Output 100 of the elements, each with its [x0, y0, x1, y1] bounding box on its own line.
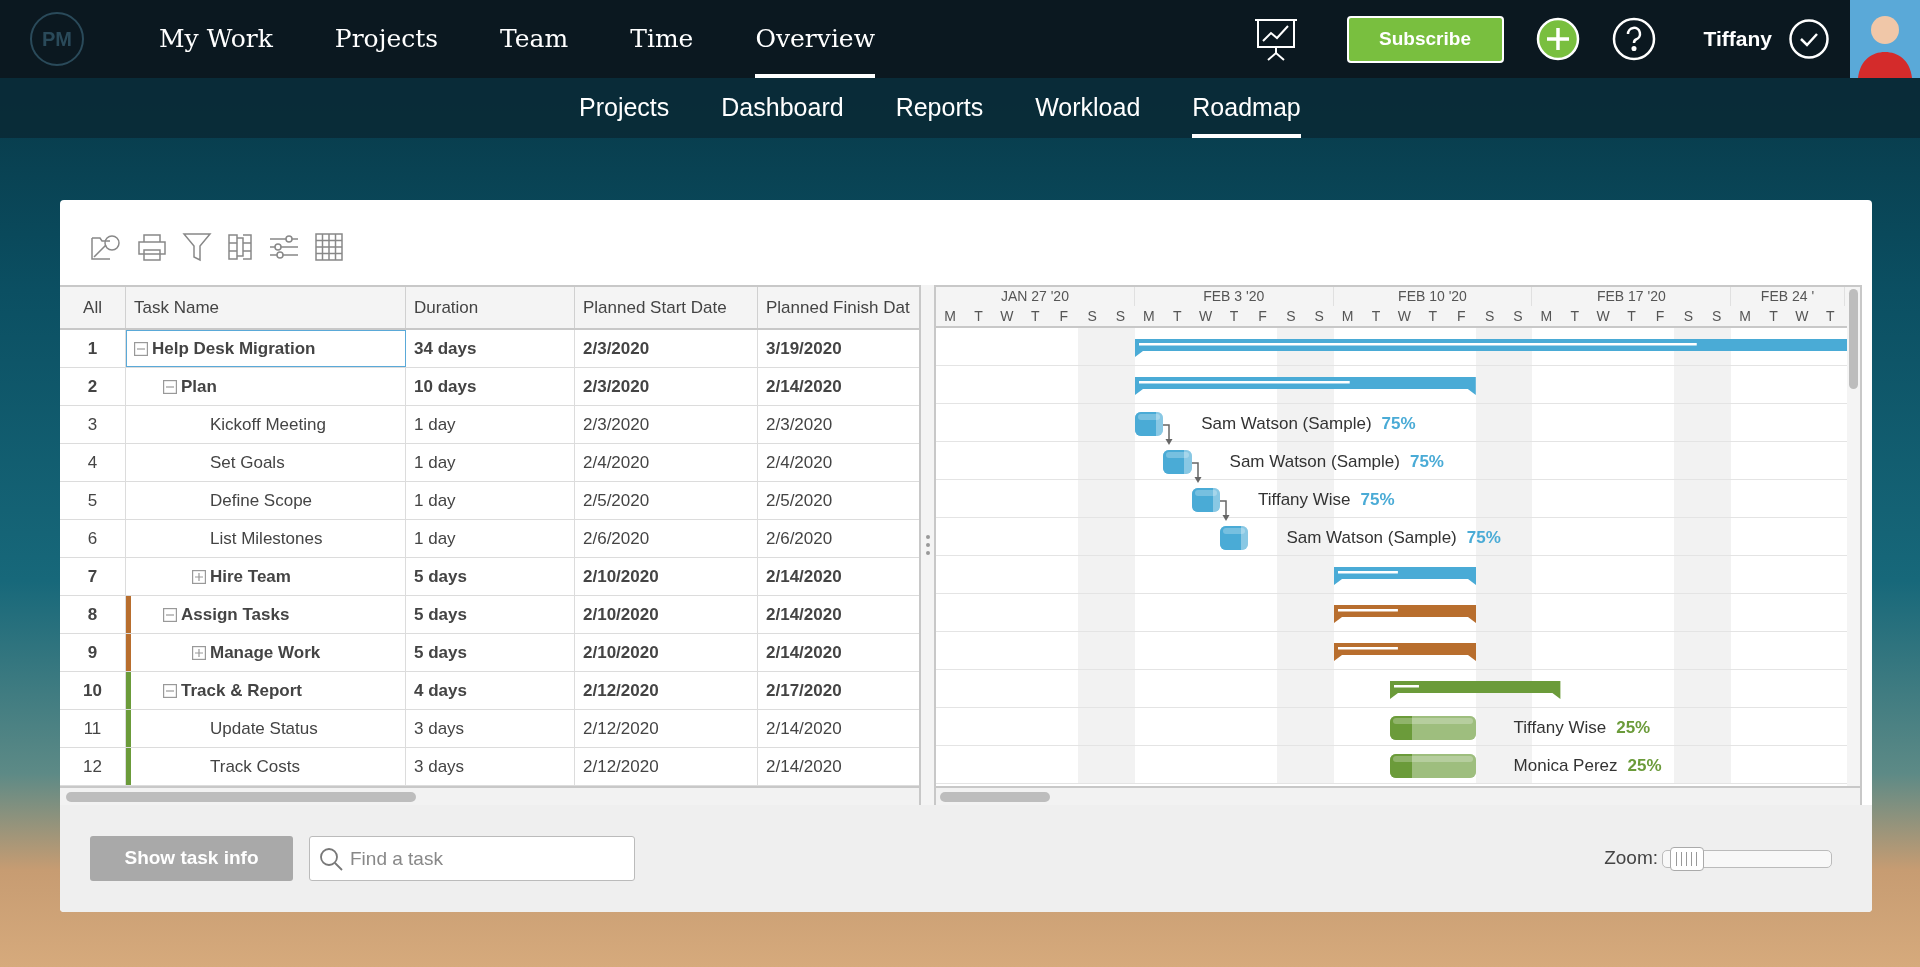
collapse-icon[interactable]: [163, 683, 177, 698]
name-cell[interactable]: Update Status: [126, 710, 406, 747]
table-row[interactable]: 3 Kickoff Meeting 1 day 2/3/2020 2/3/2020: [60, 406, 919, 444]
name-cell[interactable]: List Milestones: [126, 520, 406, 557]
day-label: T: [1569, 306, 1581, 326]
name-cell[interactable]: Manage Work: [126, 634, 406, 671]
filter-icon[interactable]: [182, 231, 212, 262]
sub-nav-tab[interactable]: Dashboard: [721, 78, 844, 138]
task-bar[interactable]: [1191, 488, 1220, 512]
table-row[interactable]: 11 Update Status 3 days 2/12/2020 2/14/2020: [60, 710, 919, 748]
collapse-icon[interactable]: [163, 607, 177, 622]
day-label: T: [1370, 306, 1382, 326]
collapse-icon[interactable]: [134, 341, 148, 356]
task-name[interactable]: Track Costs: [210, 753, 301, 780]
zoom-slider[interactable]: [1662, 849, 1832, 868]
resource-name: Sam Watson (Sample): [1201, 413, 1372, 436]
start-date: 2/3/2020: [575, 330, 758, 367]
horizontal-scrollbar[interactable]: [940, 791, 1050, 802]
add-icon[interactable]: [1535, 17, 1580, 61]
week-label: FEB 17 '20: [1532, 287, 1732, 306]
day-label: W: [1396, 306, 1413, 326]
columns-icon[interactable]: [226, 231, 254, 262]
nav-tab[interactable]: My Work: [159, 0, 273, 78]
task-name[interactable]: Update Status: [210, 715, 318, 742]
task-bar[interactable]: [1163, 450, 1192, 474]
name-cell[interactable]: Help Desk Migration: [126, 330, 406, 367]
summary-bar[interactable]: [1333, 643, 1476, 661]
presentation-chart-icon[interactable]: [1252, 17, 1299, 61]
task-name[interactable]: Manage Work: [210, 639, 321, 666]
name-cell[interactable]: Track Costs: [126, 748, 406, 785]
task-name[interactable]: Track & Report: [181, 677, 302, 704]
drag-handle-icon[interactable]: [925, 534, 930, 556]
check-circle-icon[interactable]: [1788, 18, 1830, 60]
table-row[interactable]: 6 List Milestones 1 day 2/6/2020 2/6/2020: [60, 520, 919, 558]
table-row[interactable]: 1 Help Desk Migration 34 days 2/3/2020 3/19/2020: [60, 330, 919, 368]
sub-nav-tab[interactable]: Workload: [1035, 78, 1141, 138]
horizontal-scrollbar[interactable]: [66, 791, 416, 802]
day-label: F: [1654, 306, 1666, 326]
day-label: T: [1172, 306, 1183, 326]
day-label: T: [1768, 306, 1779, 326]
name-cell[interactable]: Kickoff Meeting: [126, 406, 406, 443]
table-row[interactable]: 10 Track & Report 4 days 2/12/2020 2/17/2020: [60, 672, 919, 710]
table-row[interactable]: 5 Define Scope 1 day 2/5/2020 2/5/2020: [60, 482, 919, 520]
day-label: W: [1794, 306, 1810, 326]
task-name[interactable]: Kickoff Meeting: [210, 411, 326, 438]
name-cell[interactable]: Set Goals: [126, 444, 406, 481]
table-row[interactable]: 2 Plan 10 days 2/3/2020 2/14/2020: [60, 368, 919, 406]
sub-nav-tab[interactable]: Projects: [579, 78, 670, 138]
summary-bar[interactable]: [1390, 681, 1561, 699]
task-bar[interactable]: [1390, 716, 1476, 740]
summary-bar[interactable]: [1134, 377, 1476, 395]
name-cell[interactable]: Track & Report: [126, 672, 406, 709]
expand-icon[interactable]: [192, 645, 206, 660]
collapse-icon[interactable]: [163, 379, 177, 394]
task-name[interactable]: Plan: [181, 373, 217, 400]
task-name[interactable]: List Milestones: [210, 525, 323, 552]
day-label: T: [1030, 306, 1041, 326]
column-header[interactable]: Duration: [406, 287, 575, 328]
table-row[interactable]: 4 Set Goals 1 day 2/4/2020 2/4/2020: [60, 444, 919, 482]
task-bar[interactable]: [1134, 412, 1164, 436]
name-cell[interactable]: Assign Tasks: [126, 596, 406, 633]
day-label: T: [1626, 306, 1637, 326]
column-header[interactable]: Task Name: [126, 287, 406, 328]
name-cell[interactable]: Plan: [126, 368, 406, 405]
percent-complete: 25%: [1627, 755, 1662, 778]
sub-nav-tab[interactable]: Roadmap: [1192, 78, 1301, 138]
summary-bar[interactable]: [1333, 605, 1476, 623]
table-row[interactable]: 9 Manage Work 5 days 2/10/2020 2/14/2020: [60, 634, 919, 672]
task-name[interactable]: Define Scope: [210, 487, 313, 514]
task-bar[interactable]: [1220, 526, 1249, 550]
name-cell[interactable]: Hire Team: [126, 558, 406, 595]
expand-icon[interactable]: [192, 569, 206, 584]
user-name[interactable]: Tiffany: [1703, 23, 1772, 55]
print-icon[interactable]: [136, 231, 168, 262]
start-date: 2/12/2020: [575, 748, 758, 785]
task-name[interactable]: Help Desk Migration: [152, 335, 316, 362]
day-label: W: [999, 306, 1015, 326]
duration: 1 day: [406, 406, 575, 443]
task-name[interactable]: Set Goals: [210, 449, 285, 476]
table-row[interactable]: 7 Hire Team 5 days 2/10/2020 2/14/2020: [60, 558, 919, 596]
nav-tab[interactable]: Time: [630, 0, 694, 78]
name-cell[interactable]: Define Scope: [126, 482, 406, 519]
task-name[interactable]: Hire Team: [210, 563, 291, 590]
sub-nav-tab[interactable]: Reports: [895, 78, 984, 138]
slider-thumb[interactable]: [1669, 846, 1704, 871]
nav-tab[interactable]: Projects: [334, 0, 439, 78]
table-row[interactable]: 8 Assign Tasks 5 days 2/10/2020 2/14/2020: [60, 596, 919, 634]
task-name[interactable]: Assign Tasks: [181, 601, 290, 628]
duration: 5 days: [406, 634, 575, 671]
grid-icon[interactable]: [314, 231, 344, 262]
vertical-scrollbar[interactable]: [1849, 289, 1858, 389]
help-icon[interactable]: [1611, 17, 1656, 61]
duration: 34 days: [406, 330, 575, 367]
column-header[interactable]: All: [60, 287, 126, 328]
nav-tab[interactable]: Team: [500, 0, 569, 78]
avatar-silhouette[interactable]: [1850, 0, 1920, 78]
task-bar[interactable]: [1390, 754, 1476, 778]
column-header[interactable]: Planned Start Date: [575, 287, 758, 328]
search-field[interactable]: Find a task: [309, 836, 635, 881]
summary-bar[interactable]: [1333, 567, 1476, 585]
